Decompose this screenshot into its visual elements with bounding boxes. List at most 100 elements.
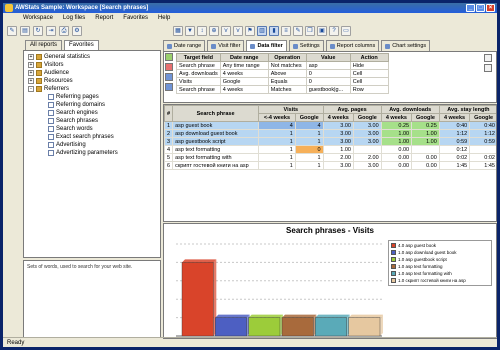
- tree-item-search-engines[interactable]: Search engines: [26, 109, 158, 117]
- tree-item-referrers[interactable]: - Referrers: [26, 85, 158, 93]
- chart-icon: [385, 43, 391, 49]
- tree-item-search-phrases[interactable]: Search phrases: [26, 117, 158, 125]
- paste-icon[interactable]: ▣: [317, 26, 327, 36]
- col-avg-pages[interactable]: Avg. pages: [322, 105, 382, 114]
- legend-label: 1.0 asp text formatting: [398, 264, 443, 269]
- tree-item-exact-search-phrases[interactable]: Exact search phrases: [26, 133, 158, 141]
- funnel-plus-icon[interactable]: ⋎: [233, 26, 243, 36]
- col-date-range: Date range: [219, 53, 269, 62]
- report-tree: + General statistics + Visitors + Audience …: [23, 50, 161, 258]
- menu-report[interactable]: Report: [95, 15, 113, 21]
- tab-settings[interactable]: Settings: [288, 40, 324, 51]
- expand-icon[interactable]: +: [28, 78, 34, 84]
- calendar-icon: [167, 43, 172, 49]
- window-title: AWStats Sample: Workspace [Search phrase…: [15, 5, 149, 11]
- legend-item: 1.0 asp text formatting: [391, 263, 489, 270]
- pin-icon[interactable]: ▭: [341, 26, 351, 36]
- filter-row[interactable]: Search phrase Any time range Not matches as…: [176, 61, 389, 70]
- tab-data-filter[interactable]: Data filter: [246, 40, 287, 51]
- remove-filter-icon[interactable]: [165, 63, 173, 71]
- legend-item: 4.0 asp guest book: [391, 242, 489, 249]
- col-avg-downloads[interactable]: Avg. downloads: [380, 105, 440, 114]
- gear-icon: [292, 43, 298, 49]
- funnel-icon: [250, 43, 256, 49]
- chart-bar[interactable]: [348, 317, 381, 337]
- collapse-icon[interactable]: -: [28, 86, 34, 92]
- col-avg-stay-length[interactable]: Avg. stay length: [438, 105, 496, 114]
- sort-icon[interactable]: ↕: [197, 26, 207, 36]
- move-down-icon[interactable]: [165, 83, 173, 91]
- open-icon[interactable]: ▤: [20, 26, 30, 36]
- tab-report-columns[interactable]: Report columns: [325, 40, 380, 51]
- tree-item-visitors[interactable]: + Visitors: [26, 61, 158, 69]
- table-row[interactable]: 6 скрипт гостевой книги на asp 11 3.00 3.0…: [164, 161, 496, 170]
- col-visits[interactable]: Visits: [258, 105, 324, 114]
- table-row[interactable]: 2 asp download guest book 11 3.00 3.00 1.0…: [164, 129, 496, 138]
- filter-row[interactable]: Visits Google Equals 0 Cell: [176, 77, 389, 86]
- legend-item: 1.0 asp download guest book: [391, 249, 489, 256]
- tree-item-referring-domains[interactable]: Referring domains: [26, 101, 158, 109]
- tree-item-general-statistics[interactable]: + General statistics: [26, 53, 158, 61]
- minimize-button[interactable]: _: [466, 4, 475, 12]
- filter-row[interactable]: Search phrase 4 weeks Matches guestbook|g..…: [176, 85, 389, 94]
- table-view-icon[interactable]: ▥: [257, 26, 267, 36]
- menu-log-files[interactable]: Log files: [63, 15, 85, 21]
- chart-view-icon[interactable]: ▮: [269, 26, 279, 36]
- export-icon[interactable]: ⇥: [46, 26, 56, 36]
- refresh-icon[interactable]: ↻: [33, 26, 43, 36]
- chart-bar[interactable]: [248, 317, 281, 337]
- table-row[interactable]: 1 asp guest book 44 3.00 3.00 0.25 0.25 0:4…: [164, 121, 496, 130]
- maximize-button[interactable]: □: [476, 4, 485, 12]
- table-row[interactable]: 5 asp text formatting with 11 2.00 2.00 0.…: [164, 153, 496, 162]
- col-value: Value: [305, 53, 351, 62]
- results-table: # Search phrase Visits Avg. pages Avg. d…: [164, 105, 496, 170]
- menu-help[interactable]: Help: [158, 15, 170, 21]
- legend-swatch: [391, 264, 396, 269]
- tree-item-referring-pages[interactable]: Referring pages: [26, 93, 158, 101]
- zoom-icon[interactable]: ⊕: [209, 26, 219, 36]
- flag-icon[interactable]: ⚑: [245, 26, 255, 36]
- tab-chart-settings[interactable]: Chart settings: [381, 40, 431, 51]
- new-workspace-icon[interactable]: ✎: [7, 26, 17, 36]
- tree-item-search-words[interactable]: Search words: [26, 125, 158, 133]
- chart-bar[interactable]: [181, 262, 214, 337]
- print-icon[interactable]: ⎙: [59, 26, 69, 36]
- legend-label: 1.0 asp text formatting with: [398, 271, 452, 276]
- legend-item: 1.0 скрипт гостевой книги на asp: [391, 277, 489, 284]
- help-icon[interactable]: ?: [329, 26, 339, 36]
- expand-icon[interactable]: +: [28, 54, 34, 60]
- copy-icon[interactable]: ❐: [305, 26, 315, 36]
- chart-legend: 4.0 asp guest book 1.0 asp download guest…: [388, 240, 492, 286]
- chart-bar[interactable]: [315, 317, 347, 337]
- move-up-icon[interactable]: [165, 73, 173, 81]
- tree-item-advertising[interactable]: Advertising: [26, 141, 158, 149]
- cell-color-icon[interactable]: [484, 54, 492, 62]
- menu-favorites[interactable]: Favorites: [123, 15, 148, 21]
- edit-icon[interactable]: ✎: [293, 26, 303, 36]
- expand-icon[interactable]: +: [28, 62, 34, 68]
- expand-icon[interactable]: +: [28, 70, 34, 76]
- filter-row[interactable]: Avg. downloads 4 weeks Above 0 Cell: [176, 69, 389, 78]
- menu-workspace[interactable]: Workspace: [23, 15, 53, 21]
- table-row[interactable]: 4 asp text formatting 10 1.00 0.00 0:12: [164, 145, 496, 154]
- tab-date-range[interactable]: Date range: [163, 40, 206, 51]
- chart-bar[interactable]: [215, 317, 247, 337]
- row-color-icon[interactable]: [484, 64, 492, 72]
- calendar-icon[interactable]: ▦: [173, 26, 183, 36]
- funnel-icon[interactable]: ⋎: [221, 26, 231, 36]
- table-row[interactable]: 3 asp guestbook script 11 3.00 3.00 1.00 1.…: [164, 137, 496, 146]
- tab-visit-filter[interactable]: Visit filter: [207, 40, 245, 51]
- list-view-icon[interactable]: ≡: [281, 26, 291, 36]
- chart-bar[interactable]: [281, 317, 314, 337]
- tab-all-reports[interactable]: All reports: [25, 40, 63, 50]
- tab-favorites[interactable]: Favorites: [64, 40, 99, 50]
- report-icon: [48, 134, 54, 140]
- col-search-phrase[interactable]: Search phrase: [172, 105, 260, 122]
- tree-item-resources[interactable]: + Resources: [26, 77, 158, 85]
- close-button[interactable]: ×: [486, 4, 495, 12]
- tree-item-audience[interactable]: + Audience: [26, 69, 158, 77]
- add-filter-icon[interactable]: [165, 53, 173, 61]
- settings-icon[interactable]: ⚙: [72, 26, 82, 36]
- tree-item-advertizing-parameters[interactable]: Advertizing parameters: [26, 149, 158, 157]
- filter-icon[interactable]: ▼: [185, 26, 195, 36]
